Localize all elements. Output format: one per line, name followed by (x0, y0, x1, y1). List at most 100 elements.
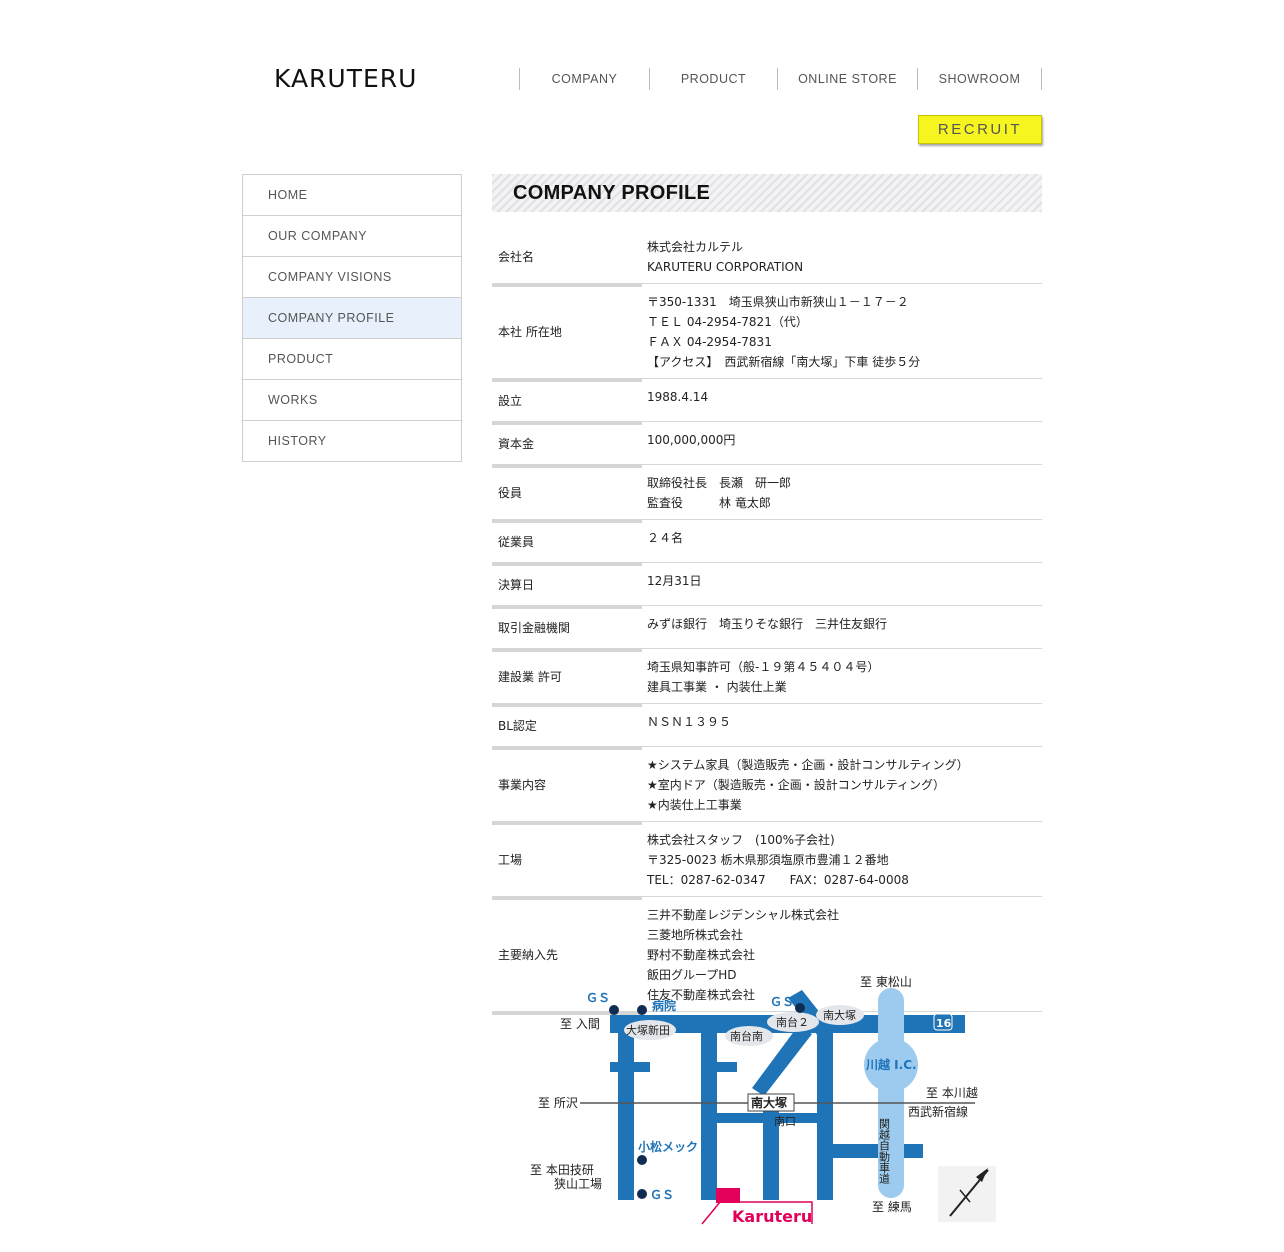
sidebar: HOME OUR COMPANY COMPANY VISIONS COMPANY… (242, 174, 462, 462)
row-value-line: ＴＥＬ 04-2954-7821（代） (647, 315, 808, 329)
road-west (618, 1015, 634, 1200)
row-label: 会社名 (492, 232, 642, 287)
nav-showroom[interactable]: SHOWROOM (917, 68, 1042, 90)
sidebar-item-our-company[interactable]: OUR COMPANY (243, 216, 461, 257)
row-label: 設立 (492, 382, 642, 425)
label-hospital: 病院 (652, 998, 676, 1013)
label-station: 南大塚 (751, 1095, 787, 1110)
table-row: 工場 株式会社スタッフ (100%子会社) 〒325-0023 栃木県那須塩原市豊浦… (492, 825, 1042, 900)
label-to-honkawagoe: 至 本川越 (926, 1086, 978, 1100)
row-value-line: 建具工事業 ・ 内装仕上業 (647, 680, 787, 694)
sidebar-item-history[interactable]: HISTORY (243, 421, 461, 461)
row-value-line: 〒350-1331 埼玉県狭山市新狭山１－１７－２ (647, 295, 909, 309)
label-gs-3: ＧＳ (650, 1188, 674, 1202)
row-value: 12月31日 (642, 566, 1042, 606)
company-profile-table: 会社名 株式会社カルテル KARUTERU CORPORATION 本社 所在地 〒35… (492, 232, 1042, 1015)
row-value-line: 〒325-0023 栃木県那須塩原市豊浦１２番地 (647, 853, 889, 867)
row-label: BL認定 (492, 707, 642, 750)
north-arrow-icon (938, 1166, 996, 1222)
label-route16: 16 (936, 1017, 952, 1030)
label-minamiotsuka-area: 南大塚 (823, 1008, 856, 1022)
label-minamidainan: 南台南 (730, 1029, 763, 1043)
table-row: BL認定 ＮＳＮ１３９５ (492, 707, 1042, 750)
nav-online-store[interactable]: ONLINE STORE (777, 68, 917, 90)
road-mid-east (817, 1015, 833, 1200)
row-label: 資本金 (492, 425, 642, 468)
row-value-line: 野村不動産株式会社 (647, 948, 756, 962)
row-value-line: ★内装仕上工事業 (647, 798, 742, 812)
road-branch-2 (701, 1062, 737, 1072)
row-value-line: 100,000,000円 (647, 433, 736, 447)
row-value: 100,000,000円 (642, 425, 1042, 465)
logo[interactable]: KARUTERU (274, 64, 417, 93)
map-labels: ＧＳ 病院 至 入間 大塚新田 南台南 ＧＳ 南台２ 南大塚 至 東松山 16 … (530, 975, 978, 1226)
sidebar-item-company-visions[interactable]: COMPANY VISIONS (243, 257, 461, 298)
road-mid-west (701, 1015, 717, 1200)
gs-marker-2 (795, 1003, 805, 1013)
row-value-line: 1988.4.14 (647, 390, 709, 404)
row-label: 工場 (492, 825, 642, 900)
access-map: ＧＳ 病院 至 入間 大塚新田 南台南 ＧＳ 南台２ 南大塚 至 東松山 16 … (530, 975, 996, 1226)
row-label: 本社 所在地 (492, 287, 642, 382)
row-value: 1988.4.14 (642, 382, 1042, 422)
row-label: 事業内容 (492, 750, 642, 825)
label-minamidai2: 南台２ (776, 1015, 809, 1029)
row-value-line: 株式会社カルテル (647, 240, 744, 254)
label-seibu-line: 西武新宿線 (908, 1104, 968, 1119)
label-to-higashimatsuyama: 至 東松山 (860, 975, 912, 989)
label-kanetsu: 関越自動車道 (878, 1118, 891, 1184)
table-row: 設立 1988.4.14 (492, 382, 1042, 425)
karuteru-marker (716, 1188, 740, 1203)
row-value-line: みずほ銀行 埼玉りそな銀行 三井住友銀行 (647, 617, 888, 631)
row-value: 取締役社長 長瀬 研一郎 監査役 林 竜太郎 (642, 468, 1042, 520)
row-value-line: 三井不動産レジデンシャル株式会社 (647, 908, 840, 922)
row-value: ＮＳＮ１３９５ (642, 707, 1042, 747)
row-label: 決算日 (492, 566, 642, 609)
row-value-line: 取締役社長 長瀬 研一郎 (647, 476, 792, 490)
row-value-line: 埼玉県知事許可（般-１９第４５４０４号） (647, 660, 880, 674)
komatsu-marker (637, 1155, 647, 1165)
label-karuteru: Karuteru (732, 1207, 812, 1226)
top-nav: COMPANY PRODUCT ONLINE STORE SHOWROOM (519, 68, 1042, 90)
nav-product[interactable]: PRODUCT (649, 68, 777, 90)
row-value: ２４名 (642, 523, 1042, 563)
page-title: COMPANY PROFILE (492, 174, 1042, 212)
sidebar-item-product[interactable]: PRODUCT (243, 339, 461, 380)
row-value-line: 三菱地所株式会社 (647, 928, 744, 942)
sidebar-item-home[interactable]: HOME (243, 175, 461, 216)
row-value-line: ２４名 (647, 531, 684, 545)
hospital-marker (637, 1005, 647, 1015)
table-row: 役員 取締役社長 長瀬 研一郎 監査役 林 竜太郎 (492, 468, 1042, 523)
row-value: 株式会社スタッフ (100%子会社) 〒325-0023 栃木県那須塩原市豊浦１２… (642, 825, 1042, 897)
label-to-iruma: 至 入間 (560, 1017, 600, 1031)
label-gs-1: ＧＳ (586, 991, 610, 1005)
sidebar-item-company-profile[interactable]: COMPANY PROFILE (243, 298, 461, 339)
table-row: 事業内容 ★システム家具（製造販売・企画・設計コンサルティング） ★室内ドア（製造販… (492, 750, 1042, 825)
sidebar-item-works[interactable]: WORKS (243, 380, 461, 421)
row-label: 建設業 許可 (492, 652, 642, 707)
recruit-button[interactable]: RECRUIT (918, 115, 1042, 144)
row-value-line: ＮＳＮ１３９５ (647, 715, 732, 729)
road-branch-3 (717, 1113, 817, 1123)
row-value: ★システム家具（製造販売・企画・設計コンサルティング） ★室内ドア（製造販売・企画… (642, 750, 1042, 822)
row-label: 取引金融機関 (492, 609, 642, 652)
row-value-line: 株式会社スタッフ (100%子会社) (647, 833, 835, 847)
nav-company[interactable]: COMPANY (519, 68, 649, 90)
row-value-line: ＦＡＸ 04-2954-7831 (647, 335, 772, 349)
road-branch-1 (610, 1062, 650, 1072)
row-value: 〒350-1331 埼玉県狭山市新狭山１－１７－２ ＴＥＬ 04-2954-782… (642, 287, 1042, 379)
row-value: 株式会社カルテル KARUTERU CORPORATION (642, 232, 1042, 284)
row-value-line: 12月31日 (647, 574, 702, 588)
label-to-tokorozawa: 至 所沢 (538, 1096, 578, 1110)
row-value-line: 監査役 林 竜太郎 (647, 496, 771, 510)
table-row: 建設業 許可 埼玉県知事許可（般-１９第４５４０４号） 建具工事業 ・ 内装仕上業 (492, 652, 1042, 707)
row-value: 埼玉県知事許可（般-１９第４５４０４号） 建具工事業 ・ 内装仕上業 (642, 652, 1042, 704)
row-value: みずほ銀行 埼玉りそな銀行 三井住友銀行 (642, 609, 1042, 649)
row-value-line: KARUTERU CORPORATION (647, 260, 804, 274)
table-row: 取引金融機関 みずほ銀行 埼玉りそな銀行 三井住友銀行 (492, 609, 1042, 652)
row-label: 役員 (492, 468, 642, 523)
table-row: 決算日 12月31日 (492, 566, 1042, 609)
table-row: 資本金 100,000,000円 (492, 425, 1042, 468)
label-to-nerima: 至 練馬 (872, 1200, 912, 1214)
label-to-honda: 至 本田技研 (530, 1163, 594, 1177)
